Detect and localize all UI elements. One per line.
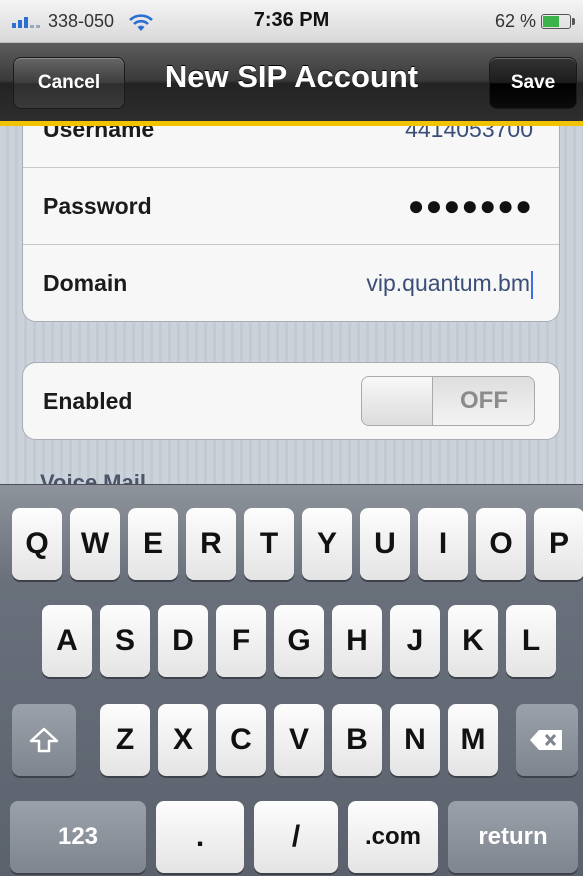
- username-field[interactable]: 4414053700: [405, 126, 533, 167]
- battery-icon: [541, 14, 575, 29]
- domain-field[interactable]: vip.quantum.bm: [366, 245, 533, 321]
- password-row[interactable]: Password ●●●●●●●: [23, 168, 559, 245]
- key-w[interactable]: W: [70, 508, 120, 580]
- dot-com-key[interactable]: .com: [348, 801, 438, 873]
- enabled-row: Enabled OFF: [23, 363, 559, 439]
- delete-key[interactable]: [516, 704, 578, 776]
- key-g[interactable]: G: [274, 605, 324, 677]
- key-i[interactable]: I: [418, 508, 468, 580]
- key-q[interactable]: Q: [12, 508, 62, 580]
- enabled-label: Enabled: [43, 388, 133, 414]
- key-c[interactable]: C: [216, 704, 266, 776]
- key-a[interactable]: A: [42, 605, 92, 677]
- voice-mail-section-header: Voice Mail: [40, 470, 146, 484]
- shift-key[interactable]: [12, 704, 76, 776]
- text-cursor: [531, 270, 533, 299]
- navigation-bar: Cancel New SIP Account Save: [0, 43, 583, 126]
- key-s[interactable]: S: [100, 605, 150, 677]
- password-label: Password: [43, 193, 152, 219]
- key-n[interactable]: N: [390, 704, 440, 776]
- toggle-knob: [362, 377, 433, 425]
- domain-value: vip.quantum.bm: [366, 270, 530, 296]
- keyboard: QWERTYUIOP ASDFGHJKL ZXCVBNM 123 . / .co…: [0, 484, 583, 876]
- key-u[interactable]: U: [360, 508, 410, 580]
- key-k[interactable]: K: [448, 605, 498, 677]
- cancel-button[interactable]: Cancel: [13, 57, 125, 109]
- key-b[interactable]: B: [332, 704, 382, 776]
- enabled-group: Enabled OFF: [22, 362, 560, 440]
- enabled-toggle[interactable]: OFF: [361, 376, 535, 426]
- key-t[interactable]: T: [244, 508, 294, 580]
- shift-arrow-icon: [29, 727, 59, 753]
- return-key[interactable]: return: [448, 801, 578, 873]
- key-z[interactable]: Z: [100, 704, 150, 776]
- battery-status: 62 %: [494, 11, 575, 32]
- numbers-key[interactable]: 123: [10, 801, 146, 873]
- key-f[interactable]: F: [216, 605, 266, 677]
- username-label: Username: [43, 126, 155, 142]
- key-h[interactable]: H: [332, 605, 382, 677]
- account-group: Username 4414053700 Password ●●●●●●● Dom…: [22, 126, 560, 322]
- key-o[interactable]: O: [476, 508, 526, 580]
- key-d[interactable]: D: [158, 605, 208, 677]
- key-x[interactable]: X: [158, 704, 208, 776]
- domain-label: Domain: [43, 270, 128, 296]
- key-m[interactable]: M: [448, 704, 498, 776]
- slash-key[interactable]: /: [254, 801, 338, 873]
- save-button[interactable]: Save: [489, 57, 577, 109]
- toggle-state: OFF: [460, 387, 508, 414]
- key-v[interactable]: V: [274, 704, 324, 776]
- battery-percent: 62 %: [494, 11, 536, 31]
- status-bar: 338-050 7:36 PM 62 %: [0, 0, 583, 43]
- key-r[interactable]: R: [186, 508, 236, 580]
- key-e[interactable]: E: [128, 508, 178, 580]
- username-row[interactable]: Username 4414053700: [23, 126, 559, 168]
- key-y[interactable]: Y: [302, 508, 352, 580]
- settings-content[interactable]: Username 4414053700 Password ●●●●●●● Dom…: [0, 126, 583, 484]
- backspace-icon: [530, 730, 562, 750]
- password-field[interactable]: ●●●●●●●: [408, 168, 533, 244]
- key-p[interactable]: P: [534, 508, 583, 580]
- dot-key[interactable]: .: [156, 801, 244, 873]
- key-l[interactable]: L: [506, 605, 556, 677]
- domain-row[interactable]: Domain vip.quantum.bm: [23, 245, 559, 321]
- key-j[interactable]: J: [390, 605, 440, 677]
